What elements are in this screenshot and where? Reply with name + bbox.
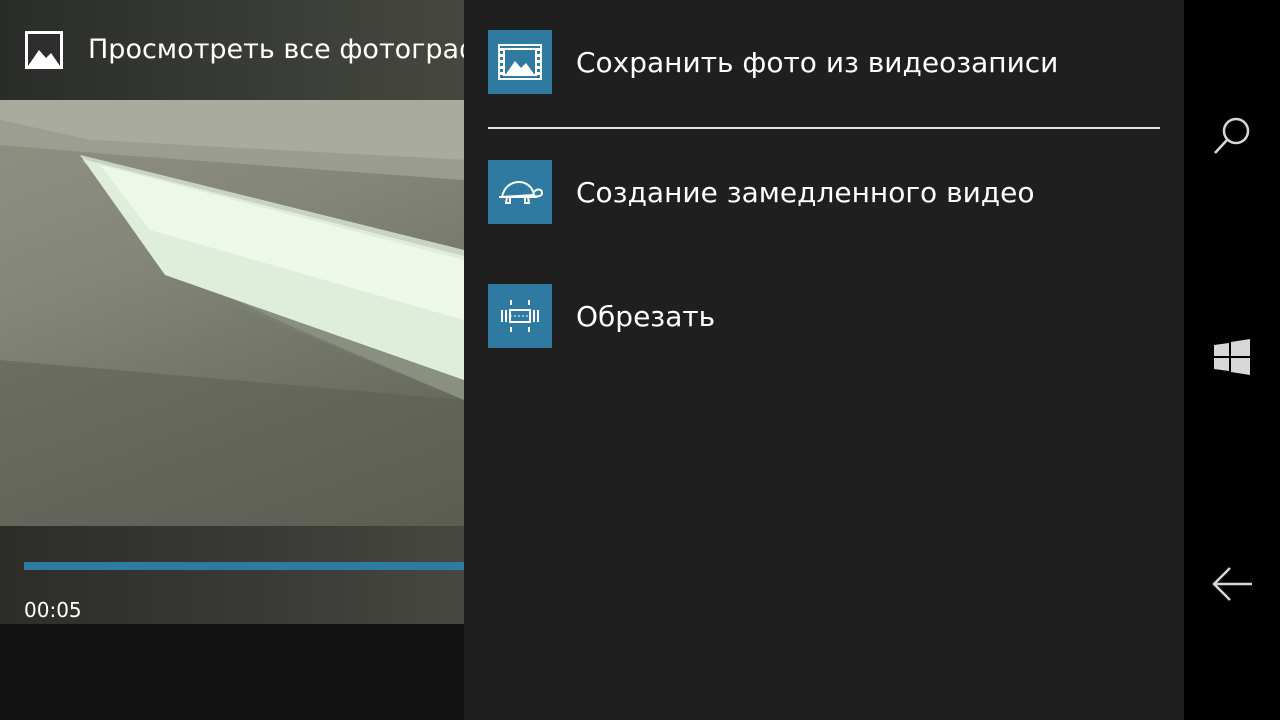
create-slow-motion-item[interactable]: Создание замедленного видео: [488, 160, 1160, 224]
navigation-bar: [1184, 0, 1280, 720]
video-viewer: Просмотреть все фотограф 00:05: [0, 0, 464, 720]
menu-item-label: Сохранить фото из видеозаписи: [576, 45, 1059, 79]
viewer-footer: [0, 624, 464, 720]
view-all-photos-link[interactable]: Просмотреть все фотограф: [88, 34, 464, 65]
turtle-icon: [488, 160, 552, 224]
context-menu: Сохранить фото из видеозаписи Создание з…: [464, 0, 1184, 720]
progress-bar[interactable]: [24, 562, 464, 570]
start-button[interactable]: [1200, 326, 1264, 390]
photos-app-icon[interactable]: [24, 30, 64, 70]
search-icon: [1214, 117, 1250, 154]
menu-item-label: Обрезать: [576, 299, 716, 333]
back-arrow-icon: [1212, 567, 1252, 601]
trim-icon: [488, 284, 552, 348]
playback-controls: 00:05: [0, 526, 464, 624]
current-time: 00:05: [24, 598, 82, 622]
back-button[interactable]: [1200, 552, 1264, 616]
viewer-header: Просмотреть все фотограф: [0, 0, 464, 100]
save-photo-from-video-item[interactable]: Сохранить фото из видеозаписи: [488, 30, 1160, 94]
search-button[interactable]: [1200, 104, 1264, 168]
menu-divider: [488, 127, 1160, 129]
windows-start-icon: [1214, 339, 1250, 375]
progress-fill: [24, 562, 464, 570]
video-frame[interactable]: [0, 100, 464, 526]
photo-from-video-icon: [488, 30, 552, 94]
trim-item[interactable]: Обрезать: [488, 284, 1160, 348]
menu-item-label: Создание замедленного видео: [576, 175, 1035, 209]
